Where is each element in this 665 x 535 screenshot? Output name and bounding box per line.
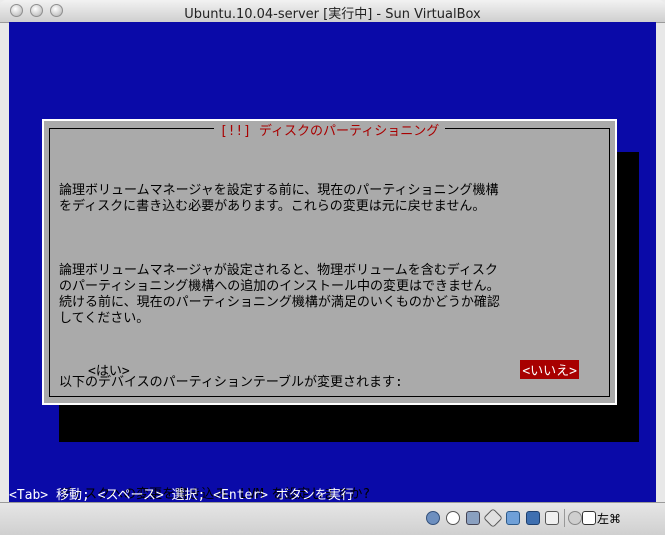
- hard-disk-icon[interactable]: [426, 511, 440, 525]
- host-key-icon[interactable]: [582, 511, 596, 525]
- dialog-body: 論理ボリュームマネージャを設定する前に、現在のパーティショニング機構 をディスク…: [59, 151, 603, 502]
- help-statusline: <Tab> 移動; <スペース> 選択; <Enter> ボタンを実行: [9, 488, 354, 502]
- host-key-label: 左⌘: [597, 512, 622, 526]
- status-separator: [564, 509, 565, 527]
- partition-dialog: [!!] ディスクのパーティショニング 論理ボリュームマネージャを設定する前に、…: [42, 119, 617, 502]
- shared-folder-icon[interactable]: [483, 508, 503, 528]
- window-title: Ubuntu.10.04-server [実行中] - Sun VirtualB…: [184, 7, 481, 22]
- virtualbox-window: Ubuntu.10.04-server [実行中] - Sun VirtualB…: [0, 0, 665, 535]
- title-bar[interactable]: Ubuntu.10.04-server [実行中] - Sun VirtualB…: [0, 0, 665, 23]
- usb-icon[interactable]: [466, 511, 480, 525]
- vm-screen[interactable]: [!!] ディスクのパーティショニング 論理ボリュームマネージャを設定する前に、…: [9, 22, 656, 502]
- yes-button[interactable]: <はい>: [88, 360, 130, 379]
- mouse-capture-icon[interactable]: [568, 511, 582, 525]
- vbox-status-bar: 左⌘: [0, 502, 665, 535]
- paragraph-1: 論理ボリュームマネージャを設定する前に、現在のパーティショニング機構 をディスク…: [59, 183, 499, 214]
- no-button[interactable]: <いいえ>: [520, 360, 579, 379]
- display-icon[interactable]: [526, 511, 540, 525]
- dialog-title: [!!] ディスクのパーティショニング: [213, 124, 446, 139]
- network-icon[interactable]: [506, 511, 520, 525]
- dialog-title-wrap: [!!] ディスクのパーティショニング: [44, 120, 615, 139]
- mouse-integration-icon[interactable]: [545, 511, 559, 525]
- device-line: SCSI1 (0,0,0) (sda): [83, 423, 232, 438]
- cd-icon[interactable]: [446, 511, 460, 525]
- paragraph-2: 論理ボリュームマネージャが設定されると、物理ボリュームを含むディスク のパーティ…: [59, 263, 500, 326]
